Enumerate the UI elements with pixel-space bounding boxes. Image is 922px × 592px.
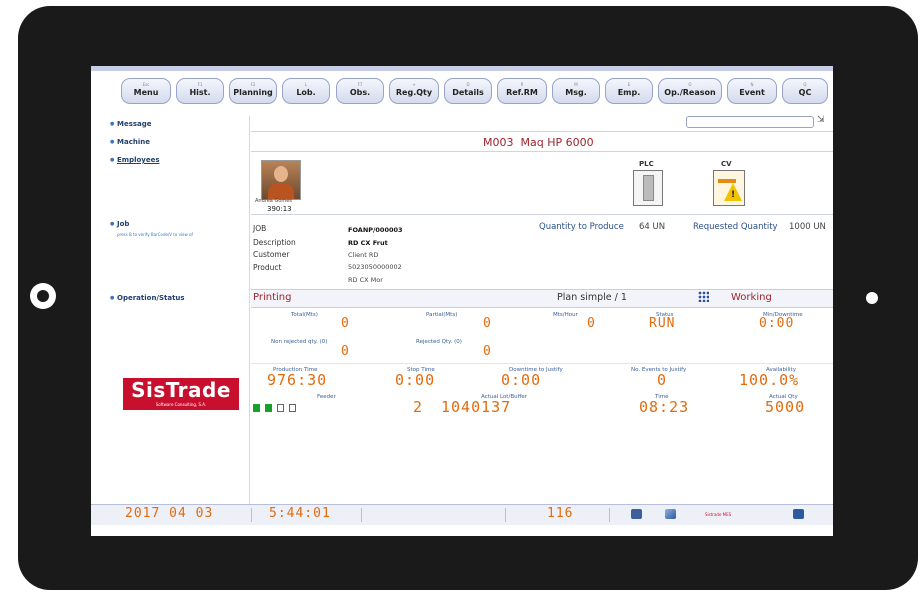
job-hint: press B to verify BarCode/V to view of	[117, 232, 193, 237]
events-value: 0	[657, 371, 668, 389]
description-label: Description	[253, 238, 296, 247]
status-value: RUN	[649, 316, 676, 331]
customer-label: Customer	[253, 250, 290, 259]
employee-number: 390:13	[267, 205, 292, 213]
clock-readout: 5:44:01	[269, 506, 331, 521]
feeder-label: Feeder	[317, 394, 336, 400]
count-readout: 116	[547, 506, 574, 521]
rejected-value: 0	[483, 344, 492, 359]
cv-warning-icon[interactable]: !	[713, 170, 745, 206]
status-divider	[609, 508, 610, 522]
event-button[interactable]: N Event	[727, 78, 777, 104]
divider	[251, 131, 833, 132]
feeder-indicator	[277, 404, 284, 412]
status-divider	[251, 508, 252, 522]
sidebar-item-operation[interactable]: Operation/Status	[110, 294, 185, 302]
product-label: Product	[253, 263, 282, 272]
grid-icon[interactable]	[698, 291, 709, 302]
home-button[interactable]	[30, 283, 56, 309]
date-readout: 2017 04 03	[125, 506, 214, 521]
feeder-indicator	[289, 404, 296, 412]
divider	[251, 151, 833, 152]
toolbar: Esc Menu F1 Hist. F2 Planning L Lob. F7 Obs. …	[91, 78, 833, 108]
operation-name[interactable]: Printing	[253, 292, 291, 303]
details-button[interactable]: D Details	[444, 78, 492, 104]
sidebar: Message Machine Employees Job Operation/…	[91, 116, 250, 506]
planning-button[interactable]: F2 Planning	[229, 78, 277, 104]
description-value: RD CX Frut	[348, 239, 388, 247]
machine-title: M003 Maq HP 6000	[483, 136, 594, 149]
op-reason-button[interactable]: O Op./Reason	[658, 78, 722, 104]
metrics-separator	[251, 363, 833, 364]
obs-button[interactable]: F7 Obs.	[336, 78, 384, 104]
sidebar-item-machine[interactable]: Machine	[110, 138, 150, 146]
employee-name: Andrea Gomes	[255, 198, 292, 204]
status-divider	[361, 508, 362, 522]
sistrade-logo: SisTrade Software Consulting, S.A.	[123, 378, 239, 410]
rejected-label: Rejected Qty. (0)	[416, 339, 462, 345]
plc-label: PLC	[639, 160, 654, 168]
plc-icon[interactable]	[633, 170, 663, 206]
qty-to-produce: 64 UN	[639, 222, 666, 232]
brand-label: Sistrade MES	[705, 512, 732, 517]
menu-button[interactable]: Esc Menu	[121, 78, 171, 104]
qty-to-produce-label: Quantity to Produce	[539, 222, 624, 232]
requested-qty-label: Requested Quantity	[693, 222, 778, 232]
msg-button[interactable]: M Msg.	[552, 78, 600, 104]
search-icon[interactable]: ⇲	[817, 115, 825, 125]
status-divider	[505, 508, 506, 522]
job-label: JOB	[253, 224, 267, 233]
top-border	[91, 66, 833, 71]
production-time-value: 976:30	[267, 371, 328, 389]
sidebar-item-message[interactable]: Message	[110, 120, 151, 128]
total-label: Total(Mts)	[291, 312, 318, 318]
hist-button[interactable]: F1 Hist.	[176, 78, 224, 104]
lob-button[interactable]: L Lob.	[282, 78, 330, 104]
employee-photo[interactable]	[261, 160, 301, 200]
app-screen: Esc Menu F1 Hist. F2 Planning L Lob. F7 Obs. …	[91, 66, 833, 536]
feeder-indicator	[253, 404, 260, 412]
ref-rm-button[interactable]: R Ref.RM	[497, 78, 547, 104]
export-icon[interactable]	[665, 509, 676, 519]
emp-button[interactable]: E Emp.	[605, 78, 653, 104]
mts-hour-label: Mts/Hour	[553, 312, 578, 318]
downtime-value: 0:00	[501, 371, 542, 389]
lot-value: 1040137	[441, 398, 512, 416]
time-value: 08:23	[639, 398, 690, 416]
sidebar-item-job[interactable]: Job	[110, 220, 130, 228]
customer-value: Client RD	[348, 251, 379, 259]
stop-time-value: 0:00	[395, 371, 436, 389]
mts-hour-value: 0	[587, 316, 596, 331]
product-description: RD CX Mor	[348, 276, 383, 284]
operation-state: Working	[731, 292, 772, 303]
reg-qty-button[interactable]: + Reg.Qty	[389, 78, 439, 104]
partial-value: 0	[483, 316, 492, 331]
divider	[251, 214, 833, 215]
plan-label: Plan simple / 1	[557, 292, 627, 303]
availability-value: 100.0%	[739, 371, 800, 389]
job-value: FOANP/000003	[348, 226, 403, 234]
feeder-value: 2	[413, 398, 424, 416]
search-input[interactable]	[686, 116, 814, 128]
requested-qty: 1000 UN	[789, 222, 826, 232]
feeder-indicator	[265, 404, 272, 412]
qc-button[interactable]: Q QC	[782, 78, 828, 104]
camera-dot	[866, 292, 878, 304]
sidebar-item-employees[interactable]: Employees	[110, 156, 159, 164]
total-value: 0	[341, 316, 350, 331]
product-value: 5023050000002	[348, 263, 402, 271]
cv-label: CV	[721, 160, 732, 168]
keyboard-icon[interactable]	[631, 509, 642, 519]
network-icon[interactable]	[793, 509, 804, 519]
partial-label: Partial(Mts)	[426, 312, 458, 318]
non-rejected-value: 0	[341, 344, 350, 359]
non-rejected-label: Non rejected qty. (0)	[271, 339, 328, 345]
min-downtime-value: 0:00	[759, 316, 795, 331]
actual-qty-value: 5000	[765, 398, 806, 416]
